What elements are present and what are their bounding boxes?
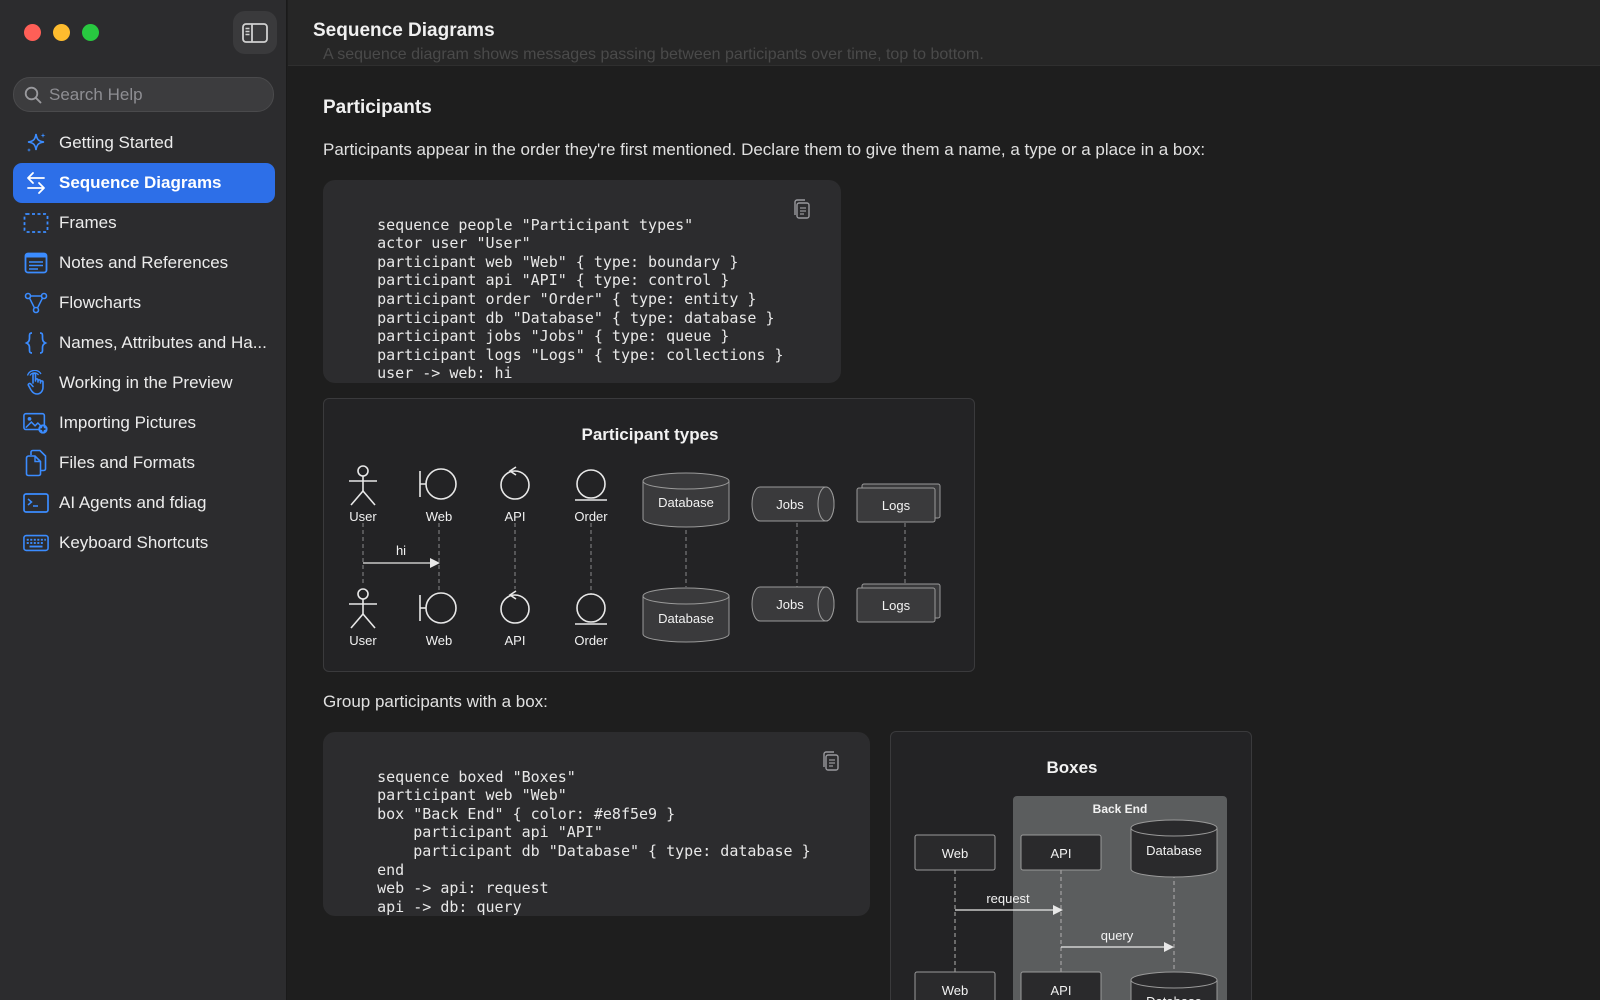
diagram-title: Participant types (582, 425, 719, 444)
participant-label: Database (1146, 994, 1202, 1000)
sidebar-icon (242, 22, 268, 43)
sidebar-item-label: Names, Attributes and Ha... (59, 333, 267, 352)
message-label: hi (396, 543, 406, 558)
boundary-icon (419, 592, 457, 624)
sidebar-item-files-and-formats[interactable]: Files and Formats (13, 443, 275, 483)
entity-icon (575, 469, 607, 501)
photo-add-icon (23, 412, 48, 434)
paragraph: Participants appear in the order they're… (323, 140, 1206, 159)
sidebar-toggle-button[interactable] (233, 11, 277, 54)
zoom-window-button[interactable] (82, 24, 99, 41)
sidebar-item-frames[interactable]: Frames (13, 203, 275, 243)
diagram-title: Boxes (1046, 758, 1097, 777)
braces-icon (24, 332, 48, 354)
terminal-icon (23, 493, 49, 513)
sidebar-item-label: Flowcharts (59, 293, 142, 312)
code-block[interactable]: sequence boxed "Boxes" participant web "… (323, 732, 870, 916)
participant-label: Jobs (776, 597, 804, 612)
sidebar-item-working-in-preview[interactable]: Working in the Preview (13, 363, 275, 403)
code-text[interactable]: sequence people "Participant types" acto… (341, 216, 783, 383)
code-text[interactable]: sequence boxed "Boxes" participant web "… (341, 768, 811, 916)
participant-label: User (349, 509, 377, 524)
flowchart-icon (24, 292, 48, 314)
page-title: Sequence Diagrams (313, 20, 495, 41)
actor-icon (349, 465, 377, 506)
participant-types-diagram: Participant types User Web API Order Dat… (323, 398, 975, 672)
sidebar-item-label: Notes and References (59, 253, 229, 272)
sidebar-item-label: Working in the Preview (59, 373, 233, 392)
participant-label: Jobs (776, 497, 804, 512)
participant-label: Logs (882, 598, 911, 613)
participant-label: Web (942, 846, 969, 861)
participant-label: Database (658, 611, 714, 626)
sidebar-item-ai-agents[interactable]: AI Agents and fdiag (13, 483, 275, 523)
participant-label: API (505, 633, 526, 648)
sidebar-item-label: AI Agents and fdiag (59, 493, 207, 512)
box-label: Back End (1093, 802, 1148, 816)
participant-label: Web (426, 509, 453, 524)
message-label: query (1101, 928, 1134, 943)
participant-label: User (349, 633, 377, 648)
participant-label: Database (658, 495, 714, 510)
search-input[interactable] (49, 84, 264, 105)
actor-icon (349, 588, 377, 629)
copy-icon[interactable] (820, 750, 842, 774)
search-field[interactable] (13, 77, 274, 112)
participant-label: API (1051, 846, 1072, 861)
page-intro: A sequence diagram shows messages passin… (323, 46, 984, 63)
sidebar: Getting Started Sequence Diagrams Frames… (0, 0, 287, 1000)
code-block[interactable]: sequence people "Participant types" acto… (323, 180, 841, 383)
search-icon (24, 86, 42, 103)
minimize-window-button[interactable] (53, 24, 70, 41)
boxes-diagram: Boxes Back End Web API Database request … (890, 731, 1252, 1000)
boundary-icon (419, 468, 457, 500)
participant-label: API (1051, 983, 1072, 998)
sidebar-item-label: Keyboard Shortcuts (59, 533, 209, 552)
sidebar-item-sequence-diagrams[interactable]: Sequence Diagrams (13, 163, 275, 203)
sidebar-item-label: Files and Formats (59, 453, 196, 472)
participant-label: Order (574, 509, 608, 524)
participant-label: Web (426, 633, 453, 648)
dashed-rectangle-icon (23, 213, 49, 233)
section-title: Participants (323, 97, 432, 118)
sidebar-item-label: Frames (59, 213, 117, 232)
close-window-button[interactable] (24, 24, 41, 41)
help-topics-list: Getting Started Sequence Diagrams Frames… (13, 123, 275, 563)
documents-icon (25, 449, 47, 477)
control-icon (500, 590, 530, 624)
participant-label: Order (574, 633, 608, 648)
sparkles-icon (27, 133, 46, 152)
paragraph: Group participants with a box: (323, 692, 548, 711)
arrows-left-right-icon (27, 172, 45, 194)
lifelines (362, 523, 906, 595)
help-content: A sequence diagram shows messages passin… (288, 0, 1600, 1000)
participant-label: Web (942, 983, 969, 998)
sidebar-item-importing-pictures[interactable]: Importing Pictures (13, 403, 275, 443)
sidebar-item-label: Getting Started (59, 133, 174, 152)
sidebar-item-keyboard-shortcuts[interactable]: Keyboard Shortcuts (13, 523, 275, 563)
participant-label: Logs (882, 498, 911, 513)
message-label: request (986, 891, 1030, 906)
participant-label: Database (1146, 843, 1202, 858)
diagram-canvas: Participant types User Web API Order Dat… (349, 425, 941, 648)
sidebar-item-flowcharts[interactable]: Flowcharts (13, 283, 275, 323)
hand-pointer-icon (26, 370, 44, 395)
sidebar-item-getting-started[interactable]: Getting Started (13, 123, 275, 163)
sidebar-item-names-attributes[interactable]: Names, Attributes and Ha... (13, 323, 275, 363)
participant-label: API (505, 509, 526, 524)
control-icon (500, 466, 530, 500)
keyboard-icon (23, 534, 49, 552)
note-icon (24, 252, 48, 274)
diagram-canvas: Boxes Back End Web API Database request … (914, 758, 1227, 1000)
title-bar: A sequence diagram shows messages passin… (288, 0, 1600, 66)
sidebar-item-notes-and-references[interactable]: Notes and References (13, 243, 275, 283)
entity-icon (575, 593, 607, 625)
copy-icon[interactable] (791, 198, 813, 222)
sidebar-item-label: Importing Pictures (59, 413, 196, 432)
sidebar-item-label: Sequence Diagrams (59, 173, 222, 192)
window-controls (24, 24, 99, 41)
